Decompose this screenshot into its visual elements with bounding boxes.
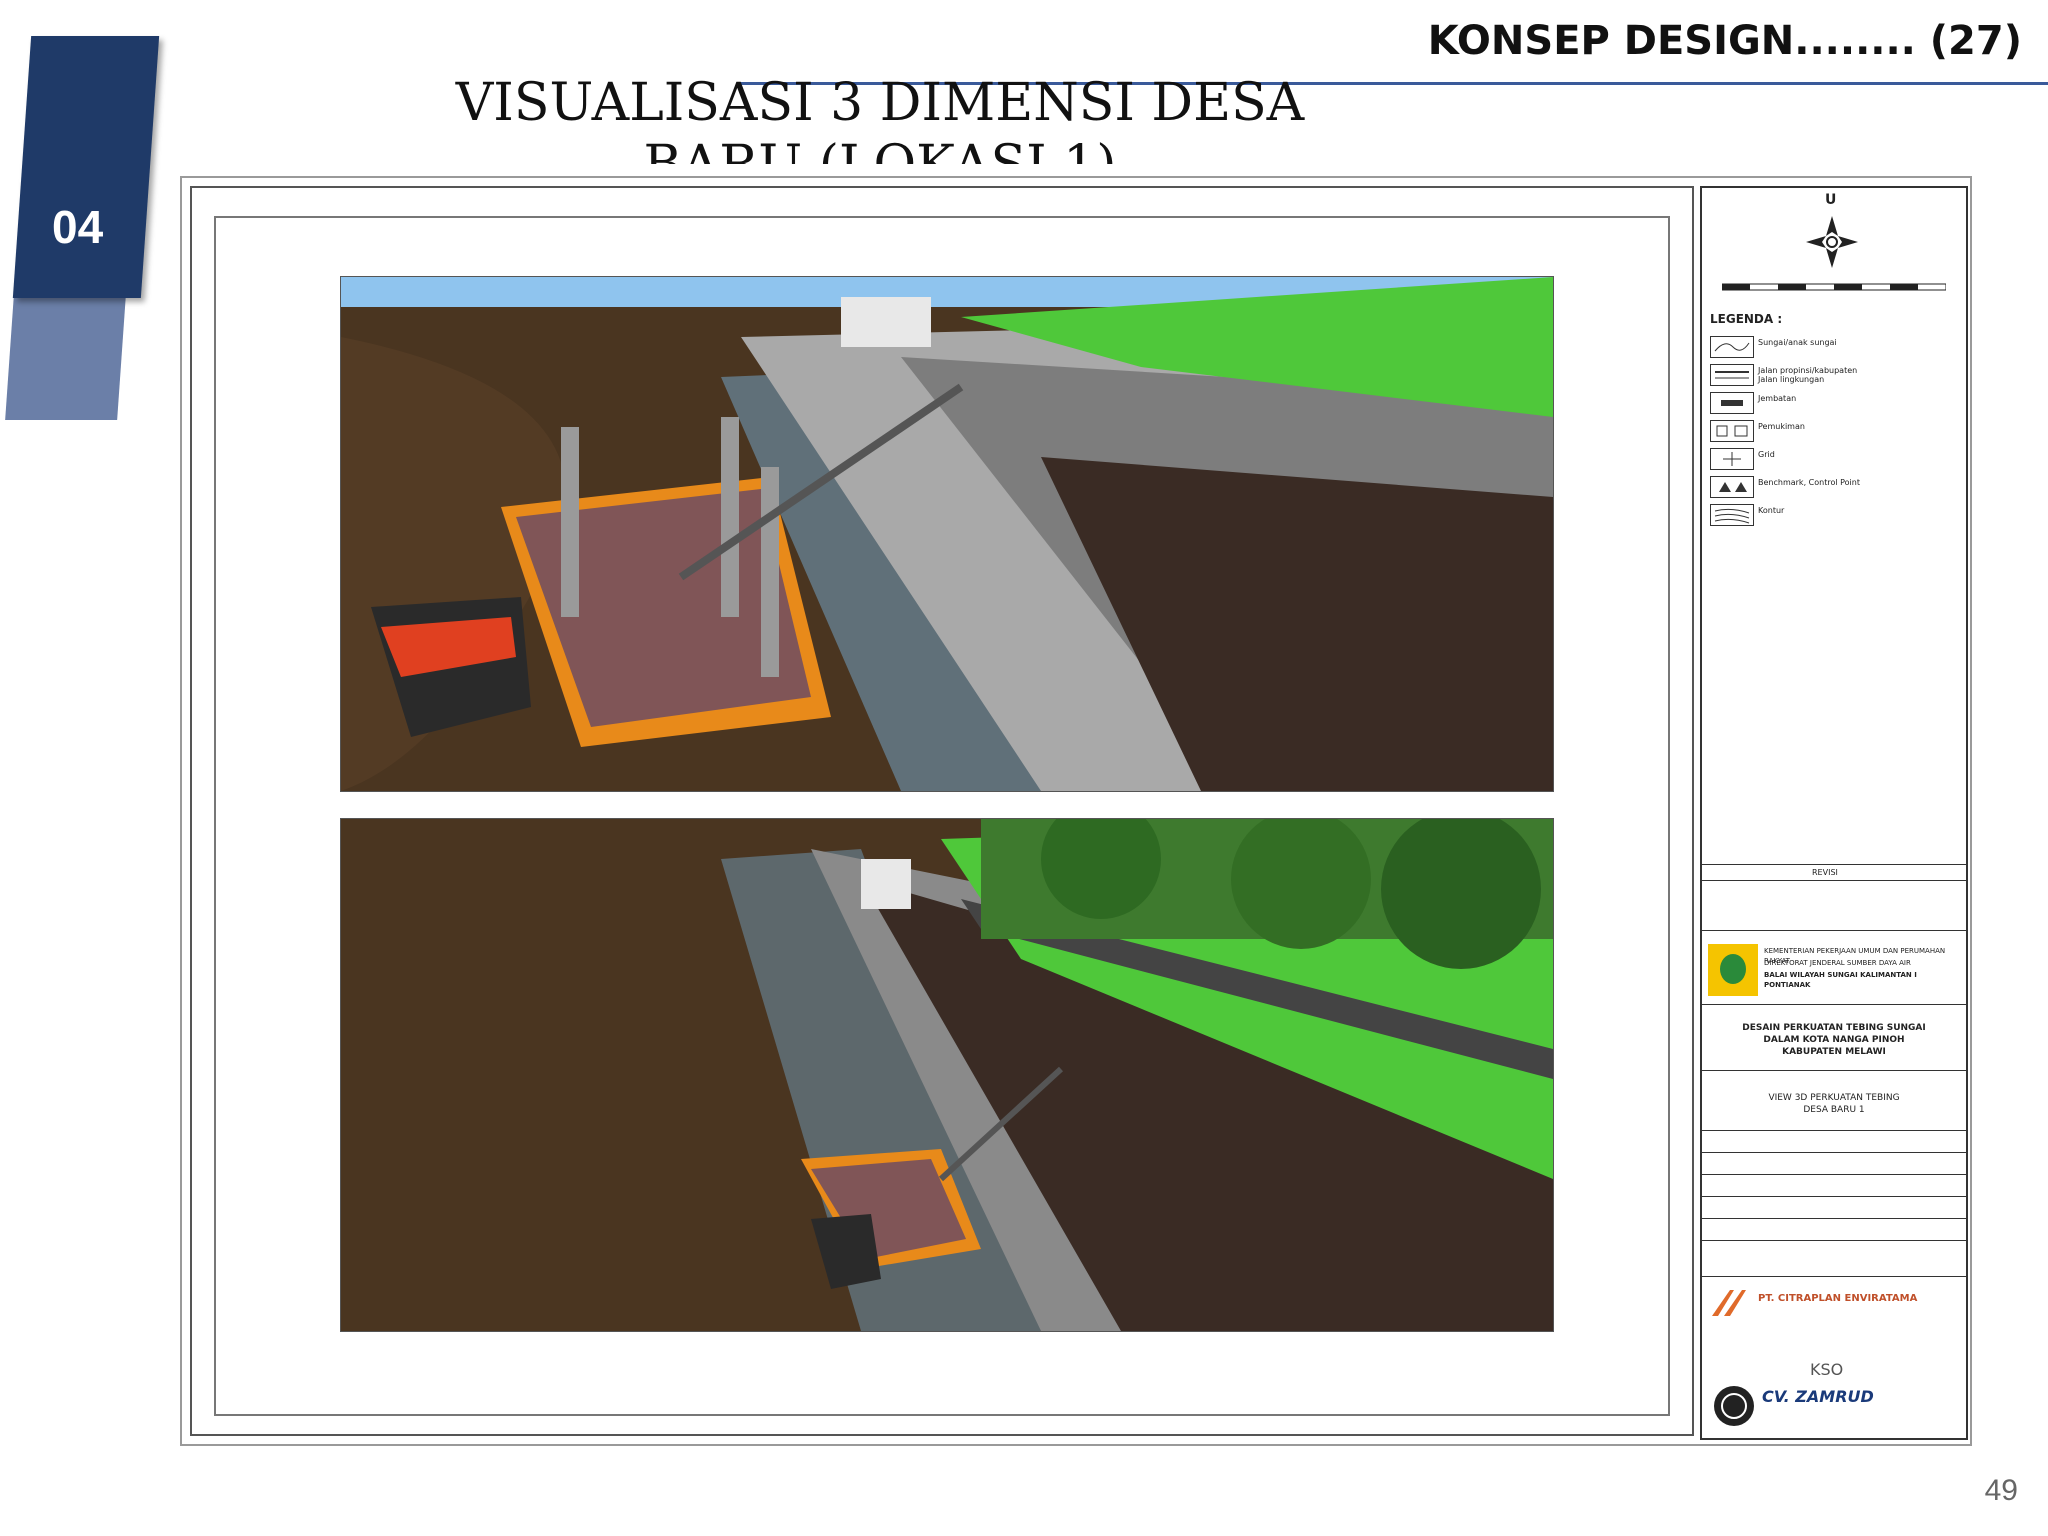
legend-item-contour: Kontur — [1710, 504, 1960, 526]
north-arrow-icon — [1806, 216, 1858, 268]
legend-label: Grid — [1758, 450, 1775, 459]
legend-title: LEGENDA : — [1710, 312, 1783, 326]
consultant-2: CV. ZAMRUD — [1762, 1387, 1874, 1406]
legend-label: Pemukiman — [1758, 422, 1805, 431]
slide-title: VISUALISASI 3 DIMENSI DESA BARU (LOKASI … — [455, 73, 1305, 164]
title-block-divider — [1702, 1196, 1966, 1197]
road-symbol-icon — [1710, 364, 1754, 386]
legend-label: Jembatan — [1758, 394, 1797, 403]
river-symbol-icon — [1710, 336, 1754, 358]
revisi-label: REVISI — [1812, 868, 1838, 877]
title-block-divider — [1702, 1174, 1966, 1175]
pu-logo — [1708, 944, 1758, 996]
title-block-divider — [1702, 1240, 1966, 1241]
project-line: DALAM KOTA NANGA PINOH — [1763, 1035, 1905, 1045]
project-line: DESAIN PERKUATAN TEBING SUNGAI — [1742, 1023, 1926, 1033]
drawing-title-block: U LEGENDA : Sungai/anak sungai Jalan pro… — [1700, 186, 1968, 1440]
kso-label: KSO — [1810, 1360, 1844, 1379]
title-block-divider — [1702, 1276, 1966, 1277]
settlement-symbol-icon — [1710, 420, 1754, 442]
title-block-divider — [1702, 1004, 1966, 1005]
title-block-divider — [1702, 1152, 1966, 1153]
page-number: 49 — [1984, 1474, 2018, 1507]
section-tab — [12, 36, 160, 298]
legend-item-grid: Grid — [1710, 448, 1960, 470]
title-block-divider — [1702, 930, 1966, 931]
legend-item-bridge: Jembatan — [1710, 392, 1960, 414]
legend-item-settlement: Pemukiman — [1710, 420, 1960, 442]
agency-line: DIREKTORAT JENDERAL SUMBER DAYA AIR — [1764, 959, 1911, 967]
legend-label: Jalan propinsi/kabupaten Jalan lingkunga… — [1758, 366, 1858, 384]
bridge-symbol-icon — [1710, 392, 1754, 414]
contour-symbol-icon — [1710, 504, 1754, 526]
title-block-divider — [1702, 1130, 1966, 1131]
render-2-image — [341, 819, 1553, 1331]
citraplan-logo-icon — [1712, 1290, 1746, 1316]
render-1-image — [341, 277, 1553, 791]
consultant-1: PT. CITRAPLAN ENVIRATAMA — [1758, 1293, 1918, 1304]
legend-item-river: Sungai/anak sungai — [1710, 336, 1960, 358]
render-view-2 — [340, 818, 1554, 1332]
view-line: VIEW 3D PERKUATAN TEBING — [1768, 1093, 1900, 1103]
zamrud-logo-icon — [1714, 1386, 1754, 1426]
agency-line: BALAI WILAYAH SUNGAI KALIMANTAN I PONTIA… — [1764, 971, 1917, 989]
header-title: KONSEP DESIGN........ (27) — [1427, 18, 2022, 64]
grid-symbol-icon — [1710, 448, 1754, 470]
project-line: KABUPATEN MELAWI — [1782, 1047, 1886, 1057]
view-line: DESA BARU 1 — [1803, 1105, 1865, 1115]
legend-item-road: Jalan propinsi/kabupaten Jalan lingkunga… — [1710, 364, 1960, 386]
title-block-divider — [1702, 1070, 1966, 1071]
section-number: 04 — [52, 201, 104, 253]
title-block-divider — [1702, 864, 1966, 865]
title-block-divider — [1702, 880, 1966, 881]
render-view-1 — [340, 276, 1554, 792]
legend-item-benchmark: Benchmark, Control Point — [1710, 476, 1960, 498]
legend-label: Kontur — [1758, 506, 1785, 515]
legend-label: Sungai/anak sungai — [1758, 338, 1837, 347]
scale-bar-icon — [1722, 283, 1946, 291]
benchmark-symbol-icon — [1710, 476, 1754, 498]
legend-label: Benchmark, Control Point — [1758, 478, 1860, 487]
title-block-divider — [1702, 1218, 1966, 1219]
